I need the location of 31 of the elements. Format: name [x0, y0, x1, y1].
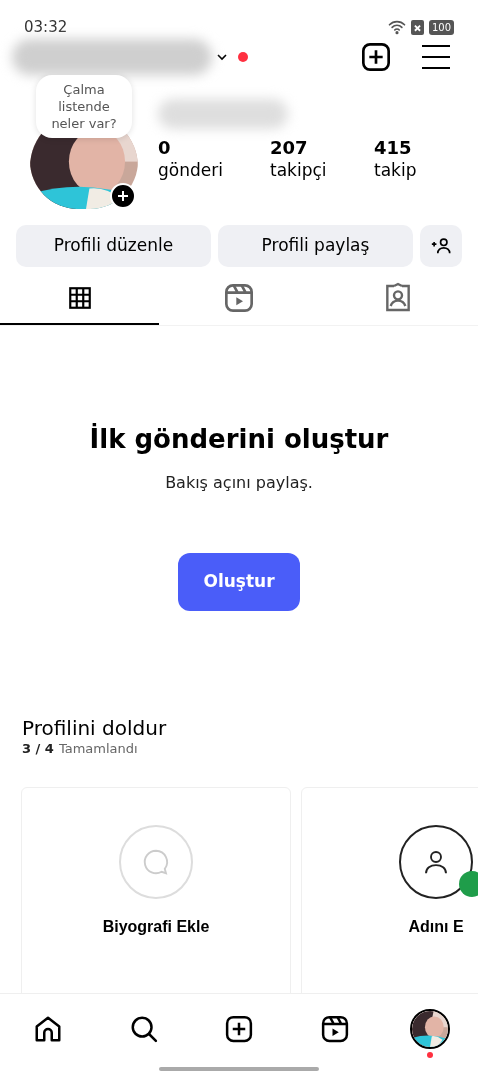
stat-count: 415: [374, 136, 413, 159]
card-title: Biyografi Ekle: [102, 916, 210, 937]
create-icon: [224, 1014, 254, 1044]
reels-icon: [319, 1014, 350, 1044]
profile-action-button[interactable]: Profili düzenle: [16, 224, 211, 267]
card-title: Adını E: [408, 916, 464, 937]
status-time: 03:32: [24, 17, 68, 38]
menu-button[interactable]: [422, 42, 450, 71]
stat-label: takip: [374, 158, 418, 181]
profile-action-button[interactable]: Profili paylaş: [218, 224, 413, 267]
stat-count: 0: [158, 136, 172, 159]
stat-label: gönderi: [158, 158, 224, 181]
battery-indicator: 100: [428, 19, 454, 35]
create-post-button[interactable]: Oluştur: [178, 552, 300, 611]
note-tooltip[interactable]: Çalma listende neler var?: [36, 74, 132, 138]
progress-count: 3 / 4: [22, 740, 54, 757]
progress-label: Tamamlandı: [58, 740, 138, 757]
section-title: Profilini doldur: [22, 714, 168, 741]
create-button[interactable]: [360, 40, 392, 73]
add-person-button[interactable]: [420, 224, 462, 267]
wifi-icon: [387, 18, 406, 37]
stat-count: 207: [270, 136, 309, 159]
reels-icon: [223, 281, 255, 314]
create-icon: [360, 40, 392, 73]
empty-state-title: İlk gönderini oluştur: [89, 422, 389, 456]
home-icon: [33, 1014, 63, 1044]
grid-icon: [66, 284, 93, 311]
sim-icon: [410, 19, 424, 35]
stat-label: takipçi: [270, 158, 328, 181]
empty-state-subtitle: Bakış açını paylaş.: [165, 471, 313, 494]
speech-bubble-icon: [119, 824, 193, 899]
